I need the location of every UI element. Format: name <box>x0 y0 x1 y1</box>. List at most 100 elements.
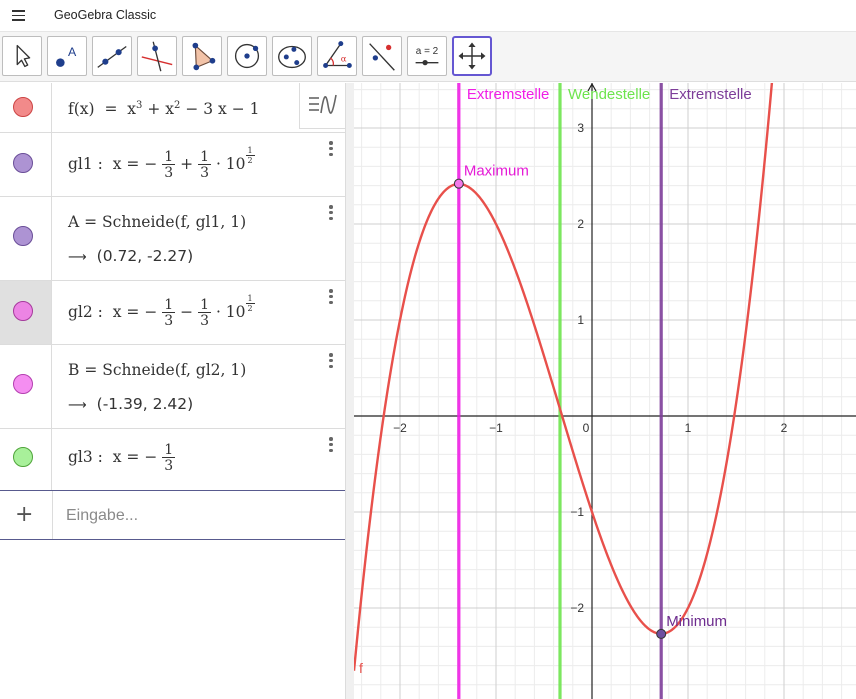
more-options-icon[interactable] <box>327 141 335 159</box>
svg-text:α: α <box>341 55 347 65</box>
angle-tool-button[interactable]: α <box>317 36 357 76</box>
vertical-line-label: Wendestelle <box>568 86 650 103</box>
circle-center-point-icon <box>234 43 260 69</box>
fraction-numerator: 1 <box>162 297 176 314</box>
y-tick-label: 3 <box>577 121 584 135</box>
fraction-numerator: 1 <box>198 149 211 166</box>
equation-prefix: x = − <box>112 303 158 322</box>
slider-tool-button[interactable]: a = 2 <box>407 36 447 76</box>
y-tick-label: 1 <box>577 313 584 327</box>
graphics-view[interactable]: −2 −1 0 1 2 3 2 1 −1 −2 Extremstelle Wendestelle Ext… <box>354 83 856 699</box>
perpendicular-line-icon <box>141 41 173 72</box>
y-tick-label: −2 <box>570 601 584 615</box>
visibility-toggle-gl1[interactable] <box>13 153 33 173</box>
algebra-row-A[interactable]: A = Schneide(f, gl1, 1) ⟶ (0.72, -2.27) <box>0 197 345 281</box>
point-marker <box>453 178 464 189</box>
fraction-denominator: 3 <box>200 165 209 182</box>
coordinate-value: (-1.39, 2.42) <box>96 395 194 413</box>
power-base: · 10 <box>215 303 246 322</box>
algebra-description-icon <box>309 94 337 114</box>
equation-prefix: x = − <box>112 448 158 466</box>
algebra-input[interactable] <box>64 503 328 529</box>
move-tool-button[interactable] <box>2 36 42 76</box>
line-definition-gl2[interactable]: gl2 : x = − 13 − 13 · 10 1 2 <box>68 295 255 328</box>
algebra-view: f(x) = x3 + x2 − 3 x − 1 gl1 : x = − 13 … <box>0 83 346 699</box>
visibility-toggle-f[interactable] <box>13 97 33 117</box>
polygon-icon <box>192 42 216 71</box>
algebra-input-row: + <box>0 490 345 540</box>
marble-column <box>0 197 52 280</box>
fraction-numerator: 1 <box>162 442 176 458</box>
line-tool-button[interactable] <box>92 36 132 76</box>
line-name: gl3 <box>68 448 93 466</box>
view-resizer[interactable] <box>346 83 354 699</box>
ellipse-icon <box>278 45 306 69</box>
x-tick-label: −2 <box>393 421 407 435</box>
perpendicular-line-tool-button[interactable] <box>137 36 177 76</box>
algebra-row-gl1[interactable]: gl1 : x = − 13 + 13 · 10 1 2 <box>0 133 345 197</box>
slider-label: a = 2 <box>416 46 439 57</box>
point-icon: A <box>56 45 77 67</box>
curve-label-f: f <box>359 660 363 676</box>
menu-icon[interactable] <box>12 10 25 21</box>
point-marker <box>656 628 667 639</box>
ellipse-tool-button[interactable] <box>272 36 312 76</box>
app-title: GeoGebra Classic <box>54 8 157 22</box>
fraction-denominator: 3 <box>164 313 174 330</box>
visibility-toggle-gl2[interactable] <box>13 301 33 321</box>
y-tick-label: 2 <box>577 217 584 231</box>
line-name: gl1 <box>68 155 93 174</box>
line-definition-gl1[interactable]: gl1 : x = − 13 + 13 · 10 1 2 <box>68 147 255 180</box>
point-definition-B[interactable]: B = Schneide(f, gl2, 1) <box>68 361 246 379</box>
more-options-icon[interactable] <box>327 353 335 371</box>
point-tool-button[interactable]: A <box>47 36 87 76</box>
line-definition-gl3[interactable]: gl3 : x = − 13 <box>68 442 176 473</box>
graphics-canvas[interactable]: −2 −1 0 1 2 3 2 1 −1 −2 Extremstelle Wendestelle Ext… <box>354 83 856 699</box>
function-curve-f <box>354 83 774 671</box>
vertical-line-label: Extremstelle <box>467 86 550 103</box>
more-options-icon[interactable] <box>327 289 335 307</box>
marble-column <box>0 133 52 196</box>
divider <box>52 491 53 539</box>
line-icon <box>97 45 127 68</box>
move-graphics-view-button[interactable] <box>452 36 492 76</box>
arrow-pointer-icon <box>16 44 31 68</box>
x-tick-label: −1 <box>489 421 503 435</box>
angle-icon: α <box>323 41 352 68</box>
point-value-A: ⟶ (0.72, -2.27) <box>68 247 193 265</box>
vertical-line-label: Extremstelle <box>669 86 752 103</box>
fraction-numerator: 1 <box>198 297 211 314</box>
toolbar: A α a = 2 <box>0 32 856 82</box>
reflect-about-line-icon <box>369 43 395 71</box>
result-arrow-icon: ⟶ <box>68 398 87 413</box>
algebra-row-B[interactable]: B = Schneide(f, gl2, 1) ⟶ (-1.39, 2.42) <box>0 345 345 429</box>
function-definition-f[interactable]: f(x) = x3 + x2 − 3 x − 1 <box>68 100 259 118</box>
plus-icon[interactable]: + <box>15 504 33 526</box>
line-name: gl2 <box>68 303 93 322</box>
circle-tool-button[interactable] <box>227 36 267 76</box>
algebra-style-bar-button[interactable] <box>299 83 345 129</box>
exponent-fraction: 12 <box>245 295 255 313</box>
operator: − <box>180 303 194 322</box>
more-options-icon[interactable] <box>327 437 335 455</box>
title-bar: GeoGebra Classic <box>0 0 856 32</box>
polygon-tool-button[interactable] <box>182 36 222 76</box>
equals-sign: = <box>104 100 118 119</box>
x-tick-label: 2 <box>781 421 788 435</box>
algebra-row-gl2[interactable]: gl2 : x = − 13 − 13 · 10 1 2 <box>0 281 345 345</box>
marble-column <box>0 345 52 428</box>
marble-column <box>0 429 52 490</box>
reflect-tool-button[interactable] <box>362 36 402 76</box>
point-definition-A[interactable]: A = Schneide(f, gl1, 1) <box>68 213 246 231</box>
visibility-toggle-A[interactable] <box>13 226 33 246</box>
result-arrow-icon: ⟶ <box>68 250 87 265</box>
algebra-row-f[interactable]: f(x) = x3 + x2 − 3 x − 1 <box>0 83 345 133</box>
more-options-icon[interactable] <box>327 205 335 223</box>
algebra-row-gl3[interactable]: gl3 : x = − 13 <box>0 429 345 491</box>
equation-prefix: x = − <box>112 155 158 174</box>
coordinate-value: (0.72, -2.27) <box>96 247 194 265</box>
exponent-numerator: 1 <box>245 146 255 156</box>
visibility-toggle-gl3[interactable] <box>13 447 33 467</box>
visibility-toggle-B[interactable] <box>13 374 33 394</box>
svg-text:A: A <box>68 45 77 59</box>
